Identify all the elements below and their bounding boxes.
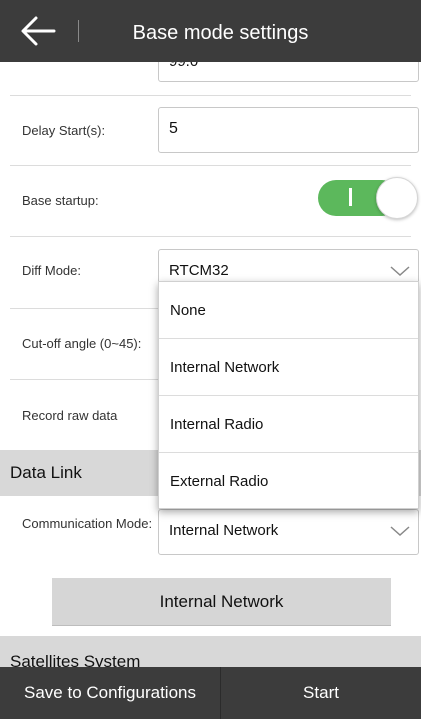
- option-label: Internal Radio: [170, 416, 264, 433]
- dropdown-option-none[interactable]: None: [159, 282, 418, 339]
- start-button[interactable]: Start: [221, 667, 421, 719]
- dropdown-option-internal-radio[interactable]: Internal Radio: [159, 396, 418, 453]
- communication-mode-label: Communication Mode:: [22, 516, 153, 531]
- header-title: Base mode settings: [132, 22, 309, 44]
- row-divider: [10, 165, 411, 166]
- chevron-down-icon: [390, 526, 410, 537]
- data-link-title: Data Link: [10, 463, 82, 482]
- row-divider: [10, 95, 411, 96]
- communication-mode-value: Internal Network: [169, 522, 279, 539]
- delay-start-label: Delay Start(s):: [22, 123, 106, 138]
- diff-mode-dropdown: None Internal Network Internal Radio Ext…: [158, 281, 419, 509]
- diff-mode-label: Diff Mode:: [22, 263, 82, 278]
- save-configurations-button[interactable]: Save to Configurations: [0, 667, 220, 719]
- footer-bar: Save to Configurations Start: [0, 667, 421, 719]
- option-label: External Radio: [170, 473, 269, 490]
- row-divider: [10, 236, 411, 237]
- internal-network-button-label: Internal Network: [159, 592, 284, 611]
- option-label: Internal Network: [170, 359, 280, 376]
- diff-mode-value: RTCM32: [169, 262, 229, 279]
- communication-mode-select[interactable]: Internal Network: [158, 509, 419, 555]
- option-label: None: [170, 302, 206, 319]
- dropdown-option-external-radio[interactable]: External Radio: [159, 453, 418, 510]
- base-startup-toggle[interactable]: [318, 177, 418, 219]
- base-startup-label: Base startup:: [22, 193, 99, 208]
- record-raw-label: Record raw data: [22, 408, 118, 423]
- internal-network-button[interactable]: Internal Network: [52, 578, 391, 626]
- chevron-down-icon: [390, 266, 410, 277]
- toggle-knob: [376, 177, 418, 219]
- delay-start-value: 5: [169, 120, 178, 137]
- dropdown-option-internal-network[interactable]: Internal Network: [159, 339, 418, 396]
- delay-start-input[interactable]: 5: [158, 107, 419, 153]
- cutoff-angle-label: Cut-off angle (0~45):: [22, 336, 142, 351]
- toggle-on-indicator: [349, 188, 352, 206]
